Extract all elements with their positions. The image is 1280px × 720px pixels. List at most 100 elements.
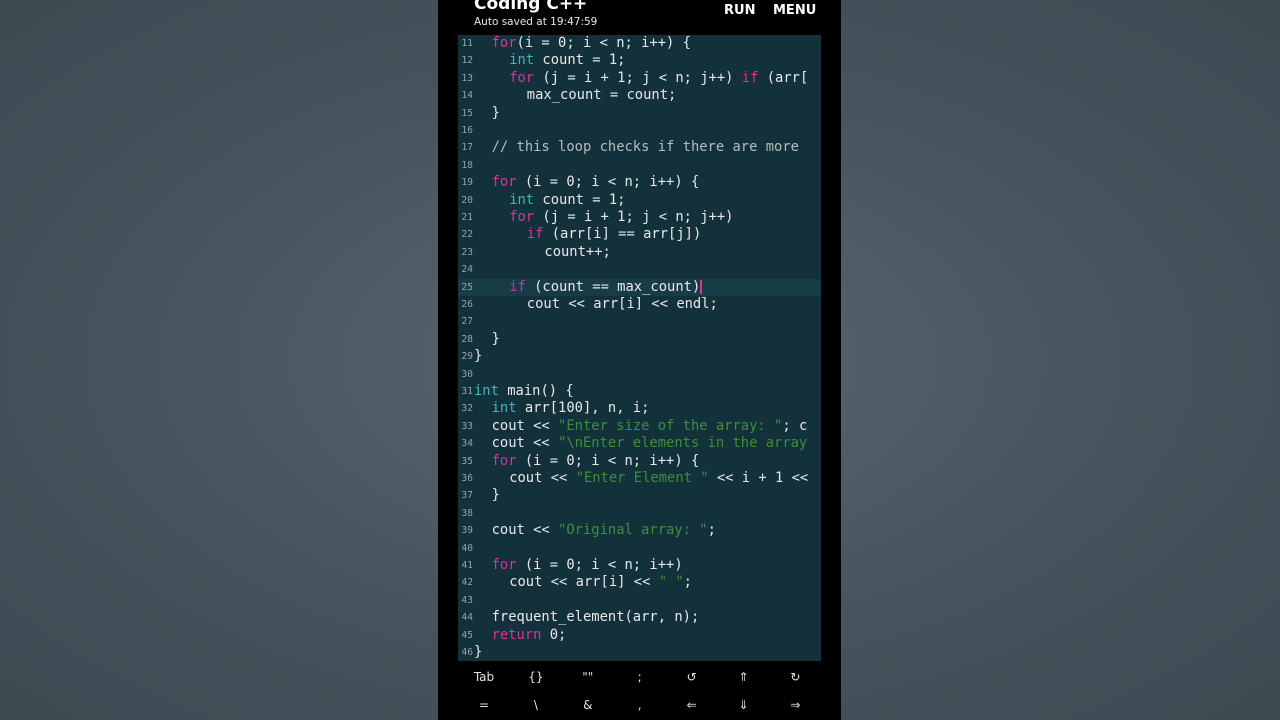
line-number: 17	[461, 142, 473, 154]
arrow-right-icon[interactable]: ⇒	[769, 691, 821, 719]
code-line[interactable]: 35 for (i = 0; i < n; i++) {	[458, 453, 821, 470]
token: }	[491, 104, 500, 121]
code-line[interactable]: 24	[458, 261, 821, 278]
code-text: return 0;	[492, 627, 567, 644]
code-line[interactable]: 14 max_count = count;	[458, 87, 821, 104]
token-kw: for	[509, 69, 535, 86]
code-line[interactable]: 20 int count = 1;	[458, 192, 821, 209]
code-line[interactable]: 36 cout << "Enter Element " << i + 1 <<	[458, 470, 821, 487]
quotes-key[interactable]: ""	[562, 663, 614, 691]
token-kw: for	[509, 209, 535, 225]
token: cout <<	[491, 522, 559, 539]
code-text: }	[474, 644, 482, 661]
code-text: cout << "Original array: ";	[492, 522, 716, 539]
code-line[interactable]: 43	[458, 592, 821, 609]
line-number: 30	[461, 368, 473, 380]
token: cout << arr[i] << endl;	[526, 296, 718, 312]
arrow-down-icon[interactable]: ⇓	[718, 691, 770, 719]
token: main() {	[498, 383, 574, 399]
line-number: 46	[461, 647, 473, 658]
code-line[interactable]: 23 count++;	[458, 244, 821, 261]
token-type: int	[474, 383, 499, 399]
token-type: int	[509, 52, 535, 69]
line-number: 15	[461, 107, 473, 119]
code-text: int arr[100], n, i;	[492, 400, 650, 417]
menu-button[interactable]: MENU	[773, 3, 816, 18]
token-kw: if	[741, 69, 759, 86]
braces-key[interactable]: {}	[510, 663, 562, 691]
code-line[interactable]: 25 if (count == max_count)	[458, 278, 821, 296]
code-line[interactable]: 15}	[458, 105, 821, 122]
code-line[interactable]: 40	[458, 540, 821, 557]
code-line[interactable]: 45 return 0;	[458, 627, 821, 644]
code-line[interactable]: 30	[458, 366, 821, 383]
line-number: 25	[461, 281, 473, 293]
code-line[interactable]: 42 cout << arr[i] << " ";	[458, 574, 821, 591]
code-line[interactable]: 34 cout << "\nEnter elements in the array	[458, 435, 821, 452]
line-number: 24	[461, 264, 473, 276]
code-line[interactable]: 33 cout << "Enter size of the array: "; c	[458, 418, 821, 435]
line-number: 27	[461, 316, 473, 328]
line-number: 45	[461, 629, 473, 641]
code-line[interactable]: 19 for (i = 0; i < n; i++) {	[458, 174, 821, 191]
code-line[interactable]: 11 for(i = 0; i < n; i++) {	[458, 35, 821, 52]
token-kw: if	[526, 226, 544, 243]
code-text: for (i = 0; i < n; i++) {	[492, 174, 700, 191]
code-line[interactable]: 31 int main() {	[458, 383, 821, 400]
code-line[interactable]: 18	[458, 157, 821, 174]
line-number: 19	[461, 177, 473, 189]
tab-key[interactable]: Tab	[458, 663, 510, 691]
run-button[interactable]: RUN	[724, 3, 755, 18]
code-text: for (j = i + 1; j < n; j++) if (arr[	[509, 70, 808, 87]
token: (j = i + 1; j < n; j++)	[534, 69, 742, 86]
token: }	[474, 644, 483, 660]
token: arr[100], n, i;	[516, 400, 650, 417]
code-text: frequent_element(arr, n);	[492, 609, 700, 626]
backslash-key[interactable]: \	[510, 691, 562, 719]
code-line[interactable]: 32 int arr[100], n, i;	[458, 400, 821, 417]
token: (i = 0; i < n; i++) {	[516, 174, 700, 191]
arrow-up-icon[interactable]: ⇑	[718, 663, 770, 691]
line-number: 20	[461, 194, 473, 206]
comma-key[interactable]: ,	[614, 691, 666, 719]
token: (j = i + 1; j < n; j++)	[534, 209, 734, 225]
semicolon-key[interactable]: ;	[614, 663, 666, 691]
token-str: "\nEnter elements in the array	[558, 435, 808, 452]
code-line[interactable]: 41 for (i = 0; i < n; i++)	[458, 557, 821, 574]
code-line[interactable]: 21 for (j = i + 1; j < n; j++)	[458, 209, 821, 226]
line-number: 38	[461, 507, 473, 519]
line-number: 43	[461, 594, 473, 606]
token-kw: for	[491, 35, 517, 51]
token: << i + 1 <<	[708, 470, 809, 486]
code-editor[interactable]: 11 for(i = 0; i < n; i++) {12 int count = …	[458, 35, 821, 661]
token: count++;	[544, 243, 611, 260]
code-line[interactable]: 27	[458, 313, 821, 330]
code-line[interactable]: 46}	[458, 644, 821, 661]
line-number: 29	[461, 351, 473, 363]
code-line[interactable]: 26 cout << arr[i] << endl;	[458, 296, 821, 313]
code-line[interactable]: 44 frequent_element(arr, n);	[458, 609, 821, 626]
arrow-left-icon[interactable]: ⇐	[666, 691, 718, 719]
code-line[interactable]: 37}	[458, 487, 821, 504]
autosave-status: Auto saved at 19:47:59	[474, 16, 598, 28]
code-line[interactable]: 22 if (arr[i] == arr[j])	[458, 226, 821, 243]
code-line[interactable]: 28}	[458, 331, 821, 348]
undo-icon[interactable]: ↺	[666, 663, 718, 691]
line-number: 31	[461, 386, 473, 397]
code-line[interactable]: 29}	[458, 348, 821, 365]
code-text: int main() {	[474, 383, 574, 400]
token: (i = 0; i < n; i++) {	[516, 452, 700, 469]
code-line[interactable]: 12 int count = 1;	[458, 52, 821, 69]
redo-icon[interactable]: ↻	[769, 663, 821, 691]
code-line[interactable]: 17 // this loop checks if there are more	[458, 139, 821, 156]
token-type: int	[509, 191, 535, 208]
token-type: int	[491, 400, 517, 417]
code-text: // this loop checks if there are more	[492, 139, 799, 156]
code-line[interactable]: 13 for (j = i + 1; j < n; j++) if (arr[	[458, 70, 821, 87]
code-line[interactable]: 38	[458, 505, 821, 522]
code-text: for (j = i + 1; j < n; j++)	[509, 209, 733, 226]
code-line[interactable]: 16	[458, 122, 821, 139]
code-line[interactable]: 39 cout << "Original array: ";	[458, 522, 821, 539]
equals-key[interactable]: =	[458, 691, 510, 719]
ampersand-key[interactable]: &	[562, 691, 614, 719]
